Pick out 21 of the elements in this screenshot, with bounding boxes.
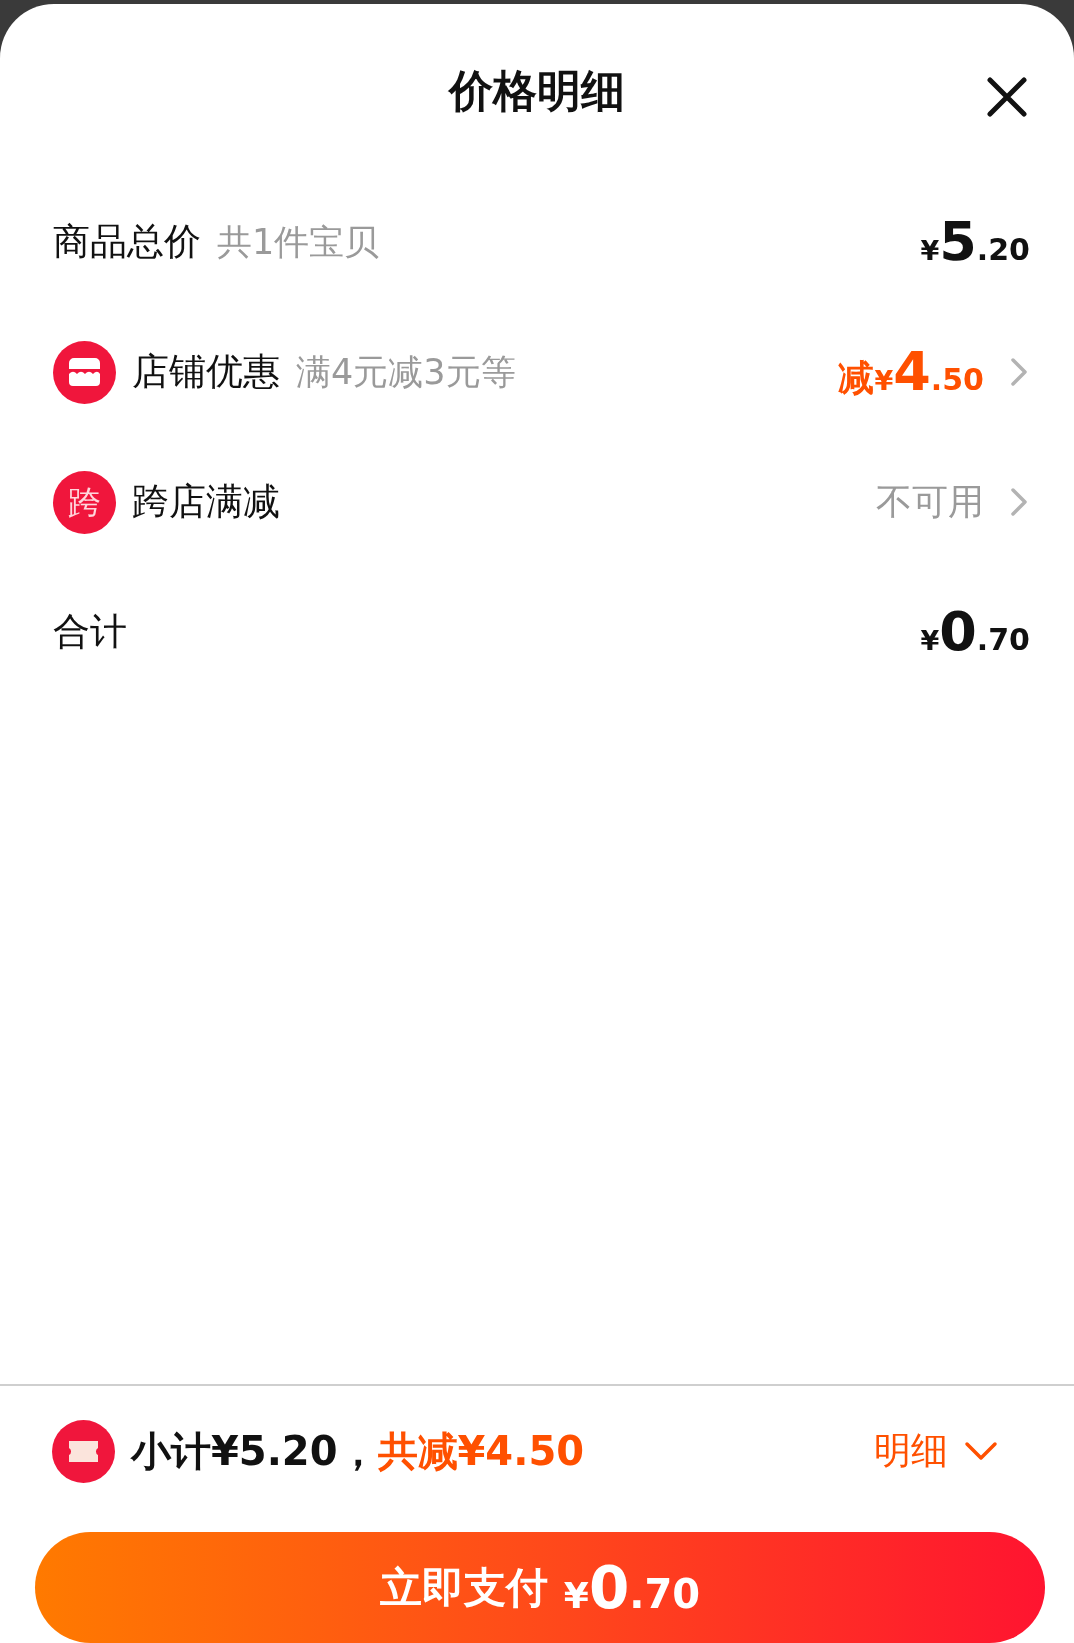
shop-icon: [53, 340, 116, 404]
pay-button[interactable]: 立即支付 ¥0.70: [35, 1532, 1045, 1643]
ticket-icon: [52, 1419, 115, 1483]
price-amount: ¥0.70: [920, 605, 1030, 659]
subtotal-text: 小计¥5.20，: [131, 1427, 378, 1476]
row-note: 共1件宝贝: [217, 220, 380, 264]
status-text: 不可用: [876, 480, 984, 524]
row-label: 跨店满减: [132, 479, 280, 526]
close-button[interactable]: [984, 74, 1030, 120]
row-note: 满4元减3元等: [296, 350, 516, 394]
row-label: 合计: [53, 609, 127, 656]
close-icon: [984, 74, 1030, 120]
price-amount: ¥5.20: [920, 215, 1030, 269]
cross-store-badge: 跨: [53, 470, 116, 534]
discount-amount: 减¥4.50: [838, 345, 984, 399]
savings-text: 共减¥4.50: [377, 1427, 585, 1476]
row-label: 商品总价: [53, 219, 201, 266]
chevron-down-icon: [964, 1440, 998, 1462]
details-toggle[interactable]: 明细: [874, 1423, 998, 1479]
sheet-title: 价格明细: [449, 63, 625, 118]
row-label: 店铺优惠: [132, 349, 280, 396]
